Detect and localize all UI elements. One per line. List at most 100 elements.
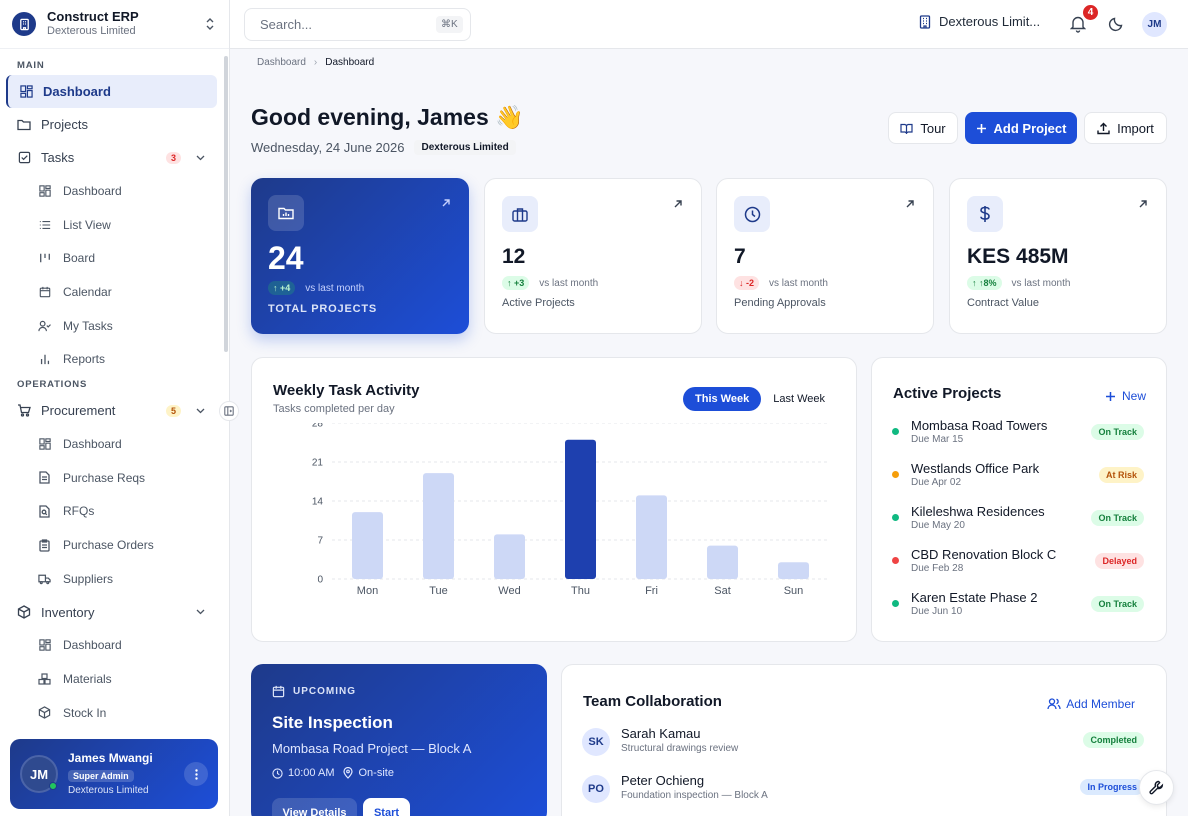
- tasks-count-badge: 3: [165, 151, 181, 164]
- procurement-count-badge: 5: [165, 404, 181, 417]
- project-name: Westlands Office Park: [911, 461, 1040, 476]
- chevron-down-icon[interactable]: [195, 607, 205, 617]
- wrench-icon: [1149, 780, 1164, 795]
- settings-fab[interactable]: [1139, 770, 1174, 805]
- tour-button[interactable]: Tour: [888, 112, 958, 144]
- bar-fri[interactable]: [636, 495, 667, 579]
- arrow-up-right-icon[interactable]: [673, 199, 683, 209]
- add-member-button[interactable]: Add Member: [1047, 697, 1135, 711]
- sidebar-label: Dashboard: [43, 84, 111, 99]
- bar-tue[interactable]: [423, 473, 454, 579]
- member-avatar: PO: [582, 775, 610, 803]
- sidebar-subitem-suppliers[interactable]: Suppliers: [0, 562, 229, 596]
- status-dot: [892, 600, 899, 607]
- stat-card-contract-value[interactable]: KES 485M ↑ ↑8% vs last month Contract Va…: [949, 178, 1167, 334]
- stat-card-active-projects[interactable]: 12 ↑ +3 vs last month Active Projects: [484, 178, 702, 334]
- search-box[interactable]: ⌘K: [244, 8, 471, 41]
- truck-icon: [38, 572, 51, 585]
- user-avatar: JM: [20, 755, 58, 793]
- chevron-down-icon[interactable]: [195, 153, 205, 163]
- view-details-button[interactable]: View Details: [272, 798, 357, 816]
- sidebar-subitem-my-tasks[interactable]: My Tasks: [0, 309, 229, 343]
- member-note: Foundation inspection — Block A: [621, 790, 768, 801]
- status-badge: On Track: [1091, 510, 1144, 526]
- company-switcher[interactable]: Dexterous Limit...: [918, 14, 1040, 29]
- project-row[interactable]: Kileleshwa Residences Due May 20 On Track: [892, 504, 1144, 534]
- bar-wed[interactable]: [494, 534, 525, 579]
- sidebar-label: Projects: [41, 117, 88, 132]
- add-project-button[interactable]: Add Project: [965, 112, 1077, 144]
- shortcut-hint: ⌘K: [436, 16, 463, 33]
- bar-thu[interactable]: [565, 439, 596, 579]
- arrow-up-right-icon[interactable]: [441, 198, 451, 208]
- start-button[interactable]: Start: [363, 798, 410, 816]
- sidebar-subitem-tasks-dashboard[interactable]: Dashboard: [0, 174, 229, 208]
- sidebar-collapse-button[interactable]: [219, 401, 239, 421]
- company-name: Dexterous Limit...: [939, 14, 1041, 29]
- sidebar-subitem-purchase-orders[interactable]: Purchase Orders: [0, 528, 229, 562]
- sidebar-subitem-procurement-dashboard[interactable]: Dashboard: [0, 427, 229, 461]
- bar-sun[interactable]: [778, 562, 809, 579]
- y-tick-label: 21: [312, 458, 324, 469]
- stat-value: KES 485M: [967, 245, 1069, 268]
- sidebar-subitem-materials[interactable]: Materials: [0, 662, 229, 696]
- sidebar-subitem-reports[interactable]: Reports: [0, 342, 229, 376]
- brand-switcher[interactable]: Construct ERP Dexterous Limited: [0, 0, 229, 49]
- grid-icon: [19, 85, 33, 99]
- project-row[interactable]: Westlands Office Park Due Apr 02 At Risk: [892, 461, 1144, 491]
- sidebar-item-dashboard[interactable]: Dashboard: [6, 75, 217, 108]
- project-row[interactable]: CBD Renovation Block C Due Feb 28 Delayed: [892, 547, 1144, 577]
- bar-mon[interactable]: [352, 512, 383, 579]
- breadcrumb-link[interactable]: Dashboard: [257, 57, 306, 68]
- list-icon: [38, 218, 51, 231]
- stat-label: TOTAL PROJECTS: [268, 303, 377, 315]
- tour-label: Tour: [920, 120, 946, 136]
- stat-delta: ↓ -2: [734, 276, 760, 290]
- arrow-up-right-icon[interactable]: [905, 199, 915, 209]
- member-row[interactable]: SK Sarah Kamau Structural drawings review C…: [582, 726, 1144, 760]
- sidebar-item-inventory[interactable]: Inventory: [0, 596, 229, 629]
- box-icon: [17, 605, 31, 619]
- chevron-updown-icon[interactable]: [203, 14, 217, 34]
- status-badge: On Track: [1091, 596, 1144, 612]
- member-row[interactable]: PO Peter Ochieng Foundation inspection — B…: [582, 773, 1144, 807]
- sidebar-subitem-calendar[interactable]: Calendar: [0, 275, 229, 309]
- sidebar-scrollbar[interactable]: [224, 56, 228, 352]
- sidebar: Construct ERP Dexterous Limited MAIN Das…: [0, 0, 230, 816]
- stat-card-total-projects[interactable]: 24 ↑ +4 vs last month TOTAL PROJECTS: [251, 178, 469, 334]
- project-row[interactable]: Karen Estate Phase 2 Due Jun 10 On Track: [892, 590, 1144, 620]
- sidebar-subitem-rfqs[interactable]: RFQs: [0, 495, 229, 529]
- project-row[interactable]: Mombasa Road Towers Due Mar 15 On Track: [892, 418, 1144, 448]
- status-badge: At Risk: [1098, 467, 1144, 483]
- user-card[interactable]: JM James Mwangi Super Admin Dexterous Li…: [10, 739, 218, 809]
- project-name: Karen Estate Phase 2: [911, 590, 1038, 605]
- new-project-link[interactable]: New: [1105, 389, 1146, 403]
- stat-label: Pending Approvals: [734, 297, 826, 309]
- bar-sat[interactable]: [707, 545, 738, 579]
- more-vertical-icon[interactable]: [184, 762, 208, 786]
- sidebar-item-procurement[interactable]: Procurement 5: [0, 394, 229, 427]
- status-dot: [892, 471, 899, 478]
- plus-icon: [976, 123, 987, 134]
- sidebar-subitem-stock-in[interactable]: Stock In: [0, 696, 229, 730]
- sidebar-subitem-list-view[interactable]: List View: [0, 208, 229, 242]
- project-due: Due Mar 15: [911, 434, 964, 445]
- search-input[interactable]: [260, 17, 436, 32]
- sidebar-subitem-purchase-reqs[interactable]: Purchase Reqs: [0, 461, 229, 495]
- chevron-down-icon[interactable]: [195, 406, 205, 416]
- last-week-button[interactable]: Last Week: [761, 387, 837, 411]
- sidebar-item-tasks[interactable]: Tasks 3: [0, 141, 229, 174]
- user-initials: JM: [29, 766, 49, 782]
- stat-delta-value: +4: [280, 283, 291, 293]
- this-week-button[interactable]: This Week: [683, 387, 762, 411]
- sidebar-subitem-board[interactable]: Board: [0, 241, 229, 275]
- topbar-avatar[interactable]: JM: [1142, 12, 1167, 37]
- import-button[interactable]: Import: [1084, 112, 1167, 144]
- moon-icon[interactable]: [1108, 16, 1124, 32]
- stat-card-pending-approvals[interactable]: 7 ↓ -2 vs last month Pending Approvals: [716, 178, 934, 334]
- sidebar-subitem-inventory-dashboard[interactable]: Dashboard: [0, 629, 229, 663]
- sidebar-item-projects[interactable]: Projects: [0, 108, 229, 141]
- stat-compare: vs last month: [769, 277, 828, 289]
- arrow-up-right-icon[interactable]: [1138, 199, 1148, 209]
- event-subtitle: Mombasa Road Project — Block A: [272, 741, 472, 756]
